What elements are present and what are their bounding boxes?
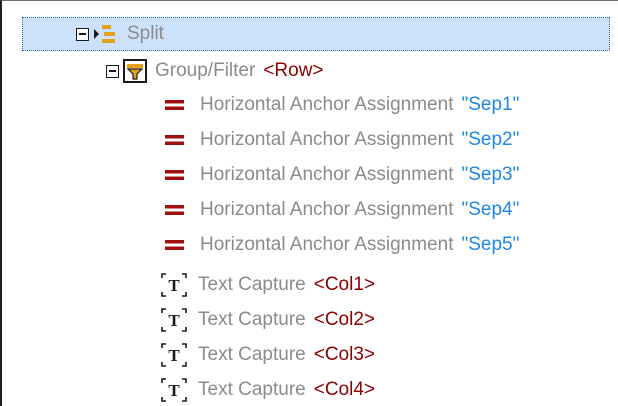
split-icon <box>93 23 119 45</box>
text-capture-label: Text Capture <box>198 379 306 400</box>
equals-icon <box>164 238 186 252</box>
svg-text:T: T <box>168 346 180 365</box>
collapse-toggle[interactable] <box>76 27 89 41</box>
collapse-toggle[interactable] <box>106 64 119 78</box>
anchor-value: "Sep5" <box>461 234 520 255</box>
tree-node-anchor[interactable]: Horizontal Anchor Assignment "Sep5" <box>164 228 519 262</box>
anchor-label: Horizontal Anchor Assignment <box>200 94 454 115</box>
anchor-value: "Sep1" <box>461 94 520 115</box>
anchor-label: Horizontal Anchor Assignment <box>200 129 454 150</box>
tree-node-anchor[interactable]: Horizontal Anchor Assignment "Sep4" <box>164 193 519 227</box>
tree-node-text-capture[interactable]: T Text Capture <Col4> <box>159 373 375 406</box>
split-label: Split <box>127 23 164 44</box>
anchor-label: Horizontal Anchor Assignment <box>200 199 454 220</box>
tree-panel: Split Group/Filter <Row> Horizontal Anch… <box>0 0 618 406</box>
text-capture-value: <Col3> <box>313 344 376 365</box>
svg-text:T: T <box>168 276 180 295</box>
tree-node-anchor[interactable]: Horizontal Anchor Assignment "Sep1" <box>164 88 519 122</box>
text-capture-icon: T <box>159 306 189 334</box>
anchor-value: "Sep3" <box>461 164 520 185</box>
tree-node-text-capture[interactable]: T Text Capture <Col2> <box>159 303 375 337</box>
svg-text:T: T <box>168 311 180 330</box>
tree-node-split[interactable]: Split <box>22 17 610 51</box>
tree-node-anchor[interactable]: Horizontal Anchor Assignment "Sep2" <box>164 123 519 157</box>
text-capture-label: Text Capture <box>198 344 306 365</box>
tree-node-anchor[interactable]: Horizontal Anchor Assignment "Sep3" <box>164 158 519 192</box>
text-capture-icon: T <box>159 271 189 299</box>
text-capture-value: <Col1> <box>313 274 376 295</box>
anchor-label: Horizontal Anchor Assignment <box>200 234 454 255</box>
text-capture-icon: T <box>159 341 189 369</box>
text-capture-value: <Col2> <box>313 309 376 330</box>
equals-icon <box>164 203 186 217</box>
text-capture-label: Text Capture <box>198 309 306 330</box>
text-capture-value: <Col4> <box>313 379 376 400</box>
equals-icon <box>164 98 186 112</box>
tree-node-text-capture[interactable]: T Text Capture <Col1> <box>159 268 375 302</box>
group-filter-value: <Row> <box>263 60 324 81</box>
tree-view: Split Group/Filter <Row> Horizontal Anch… <box>2 1 618 406</box>
equals-icon <box>164 133 186 147</box>
group-filter-icon <box>123 59 147 83</box>
tree-node-text-capture[interactable]: T Text Capture <Col3> <box>159 338 375 372</box>
anchor-value: "Sep2" <box>461 129 520 150</box>
tree-node-group-filter[interactable]: Group/Filter <Row> <box>106 54 324 88</box>
anchor-value: "Sep4" <box>461 199 520 220</box>
equals-icon <box>164 168 186 182</box>
text-capture-icon: T <box>159 376 189 404</box>
text-capture-label: Text Capture <box>198 274 306 295</box>
anchor-label: Horizontal Anchor Assignment <box>200 164 454 185</box>
svg-text:T: T <box>168 381 180 400</box>
group-filter-label: Group/Filter <box>155 60 256 81</box>
